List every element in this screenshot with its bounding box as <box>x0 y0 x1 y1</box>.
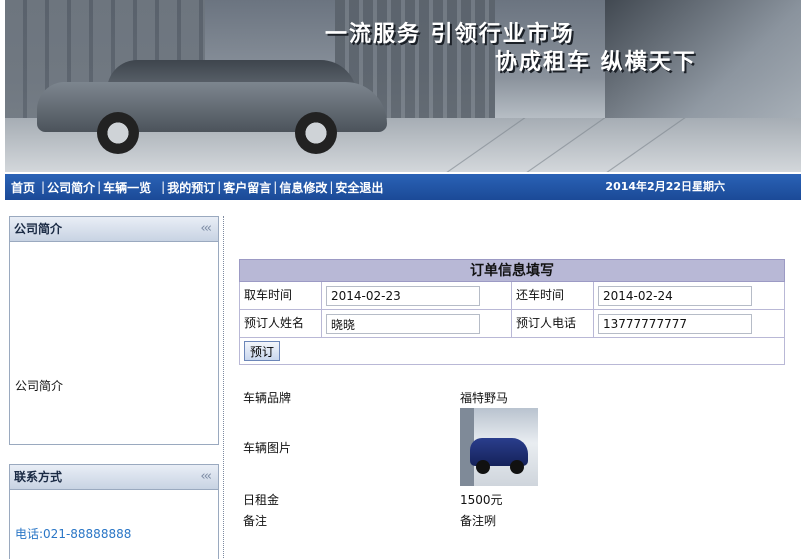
sidebar-contact-box: 联系方式 ‹‹‹ 电话:021-88888888 <box>9 464 219 559</box>
cell-divider <box>593 282 594 309</box>
nav-separator: | <box>273 180 278 194</box>
order-form-title: 订单信息填写 <box>239 259 785 282</box>
nav-items: 首页 | 公司简介 | 车辆一览 | 我的预订 | 客户留言 | 信息修改 | … <box>11 174 383 200</box>
sidebar-box-header: 联系方式 ‹‹‹ <box>10 465 218 490</box>
pickup-time-input[interactable] <box>326 286 480 306</box>
sidebar-box-header: 公司简介 ‹‹‹ <box>10 217 218 242</box>
nav-item-vehicle-list[interactable]: 车辆一览 <box>103 179 151 196</box>
nav-item-edit-info[interactable]: 信息修改 <box>279 179 327 196</box>
remark-label: 备注 <box>243 514 268 528</box>
submit-booking-button[interactable]: 预订 <box>244 341 280 361</box>
current-date: 2014年2月22日星期六 <box>605 180 725 193</box>
main-nav: 首页 | 公司简介 | 车辆一览 | 我的预订 | 客户留言 | 信息修改 | … <box>5 174 801 200</box>
nav-separator: | <box>329 180 334 194</box>
cell-divider <box>511 310 512 337</box>
nav-separator: | <box>41 180 46 194</box>
car-image-label: 车辆图片 <box>243 441 292 455</box>
sidebar-box-title: 公司简介 <box>14 222 63 236</box>
remark-value: 备注咧 <box>460 514 497 528</box>
daily-rent-label: 日租金 <box>243 493 280 507</box>
company-intro-text: 公司简介 <box>15 379 64 393</box>
return-time-label: 还车时间 <box>516 288 565 302</box>
contact-phone: 电话:021-88888888 <box>15 527 132 541</box>
car-photo <box>460 408 538 486</box>
daily-rent-value: 1500元 <box>460 493 503 507</box>
nav-item-home[interactable]: 首页 <box>11 179 35 196</box>
nav-item-company-intro[interactable]: 公司简介 <box>47 179 95 196</box>
form-row-submit: 预订 <box>239 338 785 365</box>
booker-phone-input[interactable] <box>598 314 752 334</box>
nav-separator: | <box>217 180 222 194</box>
header-banner: 一流服务 引领行业市场 协成租车 纵横天下 <box>5 0 801 172</box>
booker-phone-label: 预订人电话 <box>516 316 577 330</box>
car-graphic <box>37 60 397 155</box>
nav-item-logout[interactable]: 安全退出 <box>335 179 383 196</box>
car-brand-label: 车辆品牌 <box>243 391 292 405</box>
return-time-input[interactable] <box>598 286 752 306</box>
nav-separator: | <box>97 180 102 194</box>
booker-name-label: 预订人姓名 <box>244 316 305 330</box>
column-divider <box>223 216 224 558</box>
booker-name-input[interactable] <box>326 314 480 334</box>
sidebar-box-title: 联系方式 <box>14 470 63 484</box>
nav-separator: | <box>161 180 166 194</box>
chevron-left-icon: ‹‹‹ <box>200 221 212 236</box>
pickup-time-label: 取车时间 <box>244 288 293 302</box>
sidebar-company-box: 公司简介 ‹‹‹ 公司简介 <box>9 216 219 445</box>
cell-divider <box>511 282 512 309</box>
banner-slogan-2: 协成租车 纵横天下 <box>495 50 697 75</box>
form-row-contact: 预订人姓名 预订人电话 <box>239 310 785 338</box>
form-row-dates: 取车时间 还车时间 <box>239 282 785 310</box>
car-brand-value: 福特野马 <box>460 391 509 405</box>
cell-divider <box>321 310 322 337</box>
nav-item-customer-messages[interactable]: 客户留言 <box>223 179 271 196</box>
chevron-left-icon: ‹‹‹ <box>200 469 212 484</box>
cell-divider <box>321 282 322 309</box>
nav-item-my-bookings[interactable]: 我的预订 <box>167 179 215 196</box>
cell-divider <box>593 310 594 337</box>
